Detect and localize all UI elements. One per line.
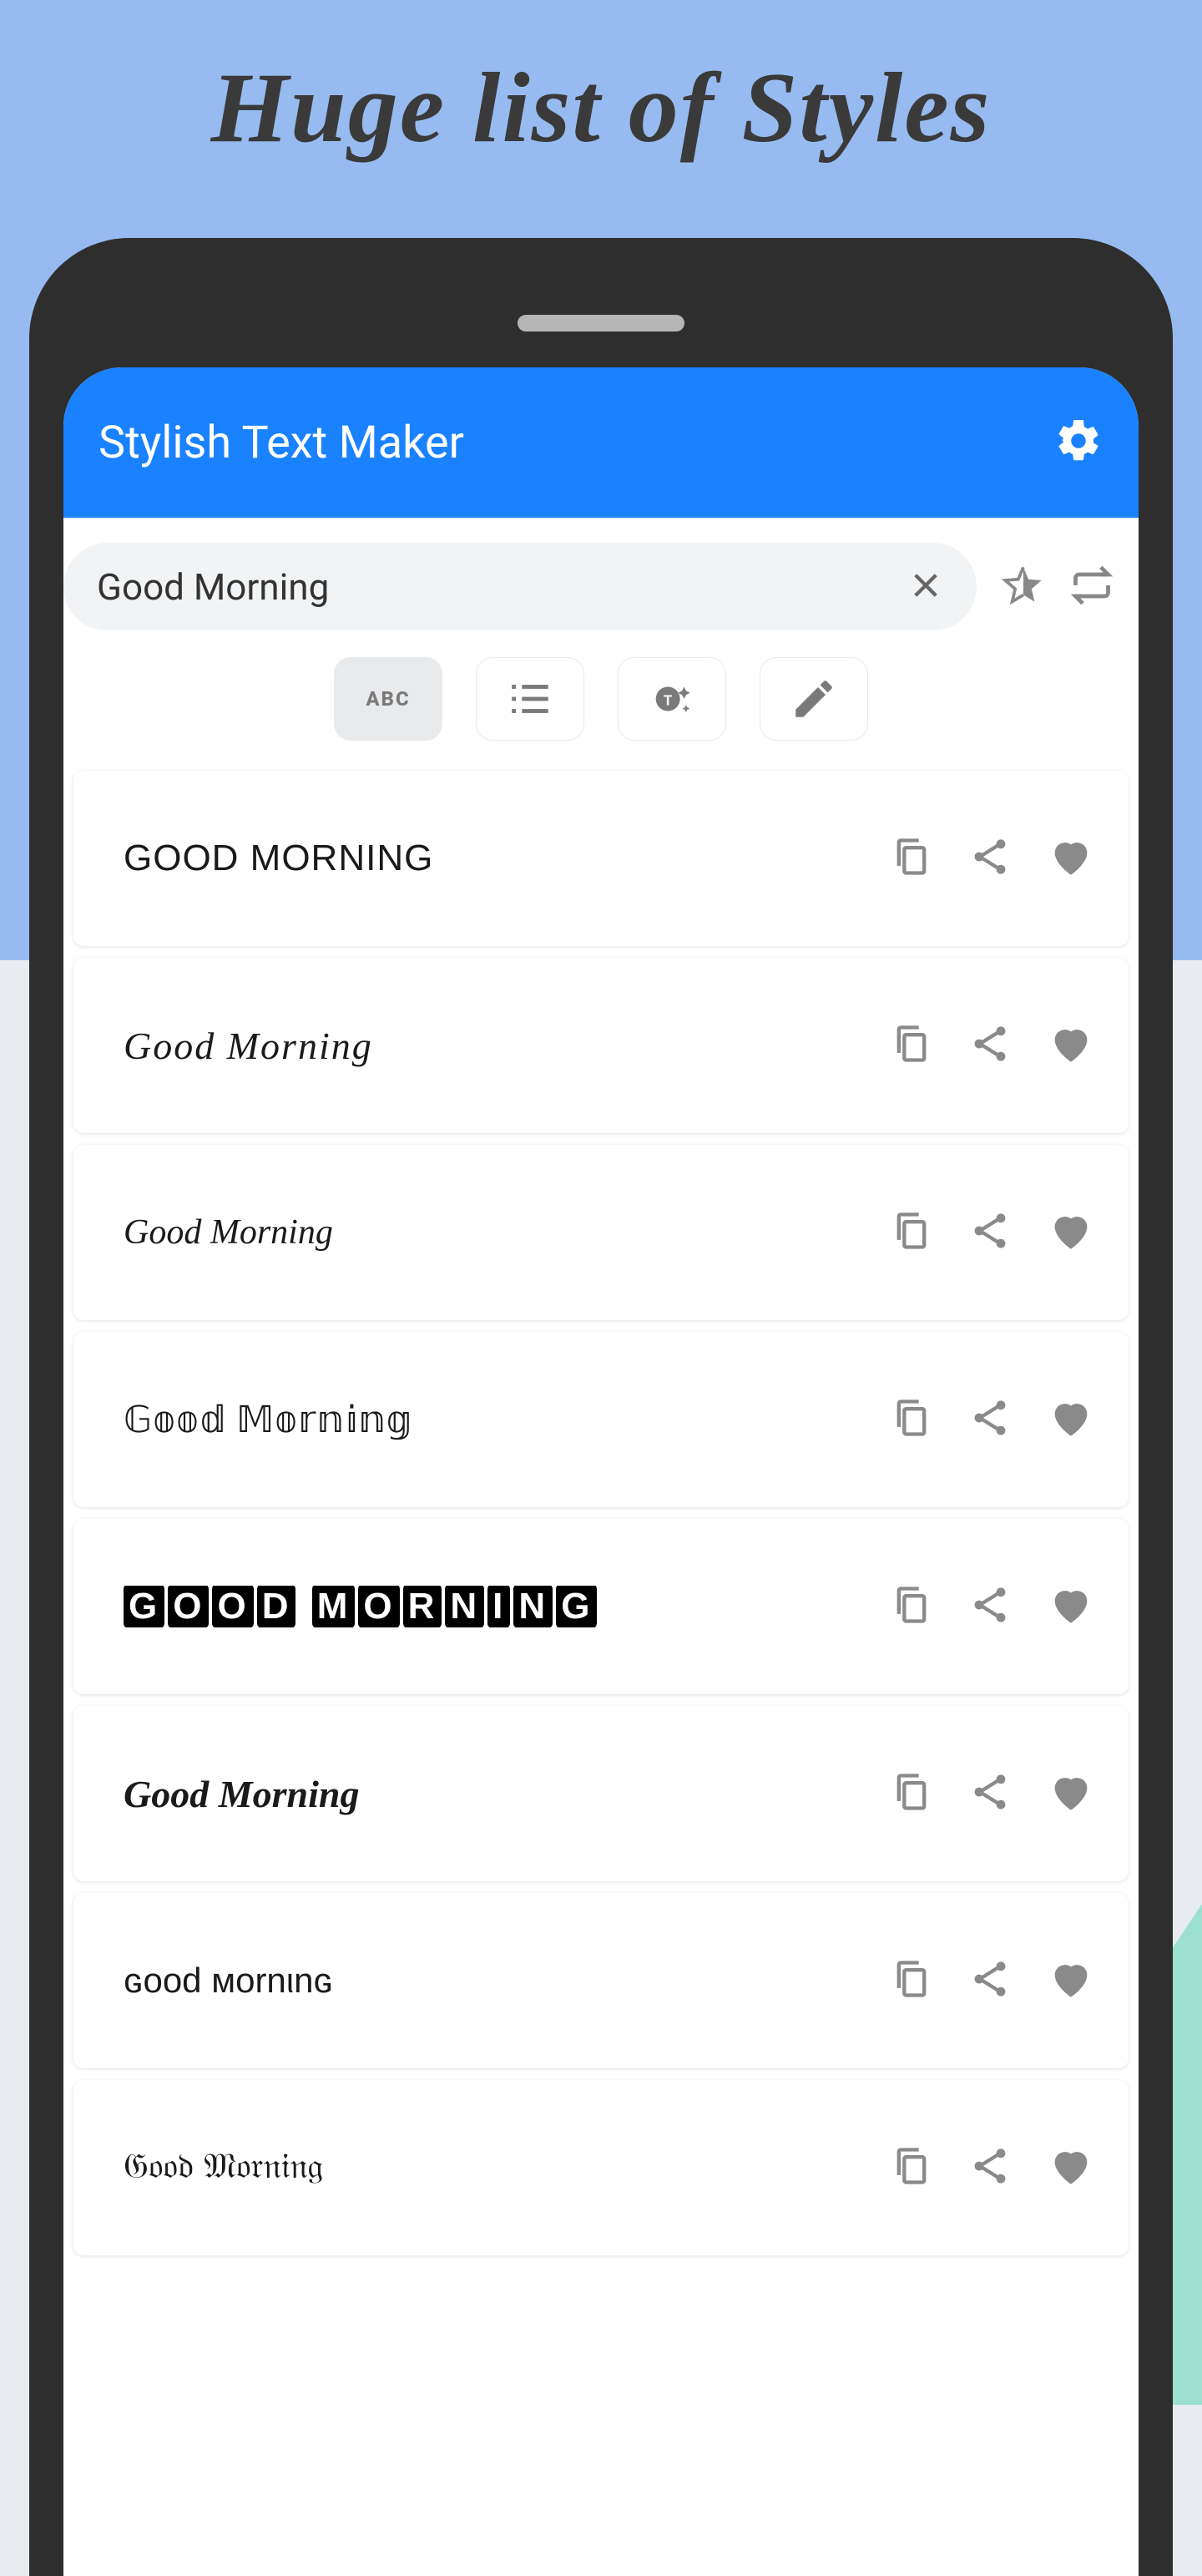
favorites-button[interactable] [1002, 564, 1045, 610]
style-card[interactable]: GOOD MORNING [73, 771, 1129, 946]
share-icon[interactable] [968, 1957, 1012, 2004]
share-icon[interactable] [968, 2144, 1012, 2191]
heart-icon[interactable] [1047, 1955, 1095, 2007]
text-input[interactable]: Good Morning [63, 543, 977, 630]
promo-headline: Huge list of Styles [0, 50, 1202, 165]
app-bar: Stylish Text Maker [63, 367, 1139, 518]
tab-numbered-list[interactable] [476, 657, 584, 741]
style-card[interactable]: 𝔊𝔬𝔬𝔡 𝔐𝔬𝔯𝔫𝔦𝔫𝔤 [73, 2080, 1129, 2255]
tab-decorate[interactable]: T [618, 657, 726, 741]
styled-text: GOOD MORNING [124, 838, 890, 879]
share-icon[interactable] [968, 1022, 1012, 1069]
styled-text: GOOD MORNING [124, 1586, 890, 1627]
styled-text: 𝔊𝔬𝔬𝔡 𝔐𝔬𝔯𝔫𝔦𝔫𝔤 [124, 2148, 890, 2187]
copy-icon[interactable] [890, 1770, 933, 1817]
app-screen: Stylish Text Maker Good Morning [63, 367, 1139, 2576]
clear-input-button[interactable] [908, 568, 943, 606]
copy-icon[interactable] [890, 1957, 933, 2004]
input-row: Good Morning [72, 518, 1130, 640]
heart-icon[interactable] [1047, 1581, 1095, 1632]
share-icon[interactable] [968, 1396, 1012, 1443]
heart-icon[interactable] [1047, 833, 1095, 884]
share-icon[interactable] [968, 835, 1012, 882]
svg-text:T: T [664, 692, 673, 709]
shuffle-button[interactable] [1070, 564, 1114, 610]
input-value: Good Morning [97, 565, 908, 609]
app-title: Stylish Text Maker [98, 417, 464, 469]
copy-icon[interactable] [890, 1022, 933, 1069]
tab-abc[interactable]: ABC [334, 657, 442, 741]
copy-icon[interactable] [890, 2144, 933, 2191]
share-icon[interactable] [968, 1770, 1012, 1817]
heart-icon[interactable] [1047, 1394, 1095, 1445]
phone-speaker [518, 315, 684, 331]
heart-icon[interactable] [1047, 1768, 1095, 1819]
copy-icon[interactable] [890, 1583, 933, 1630]
tab-edit[interactable] [760, 657, 868, 741]
heart-icon[interactable] [1047, 2142, 1095, 2194]
style-card[interactable]: ɢood мornιnɢ [73, 1893, 1129, 2068]
style-card[interactable]: GOOD MORNING [73, 1519, 1129, 1694]
styled-text: 𝔾𝕠𝕠𝕕 𝕄𝕠𝕣𝕟𝕚𝕟𝕘 [124, 1399, 890, 1441]
styled-text: Good Morning [124, 1024, 890, 1068]
style-card[interactable]: Good Morning [73, 958, 1129, 1133]
share-icon[interactable] [968, 1583, 1012, 1630]
share-icon[interactable] [968, 1209, 1012, 1256]
copy-icon[interactable] [890, 1209, 933, 1256]
style-card[interactable]: Good Morning [73, 1706, 1129, 1881]
heart-icon[interactable] [1047, 1207, 1095, 1258]
styled-text: Good Morning [124, 1212, 890, 1253]
styled-text: Good Morning [124, 1772, 890, 1816]
abc-label: ABC [366, 687, 410, 711]
styled-text: ɢood мornιnɢ [124, 1961, 890, 2001]
styles-list: GOOD MORNING Good Morning [72, 771, 1130, 2255]
phone-frame: Stylish Text Maker Good Morning [29, 238, 1173, 2576]
tab-row: ABC T [72, 640, 1130, 771]
style-card[interactable]: Good Morning [73, 1145, 1129, 1320]
heart-icon[interactable] [1047, 1020, 1095, 1071]
style-card[interactable]: 𝔾𝕠𝕠𝕕 𝕄𝕠𝕣𝕟𝕚𝕟𝕘 [73, 1332, 1129, 1507]
copy-icon[interactable] [890, 1396, 933, 1443]
settings-button[interactable] [1053, 416, 1104, 469]
copy-icon[interactable] [890, 835, 933, 882]
